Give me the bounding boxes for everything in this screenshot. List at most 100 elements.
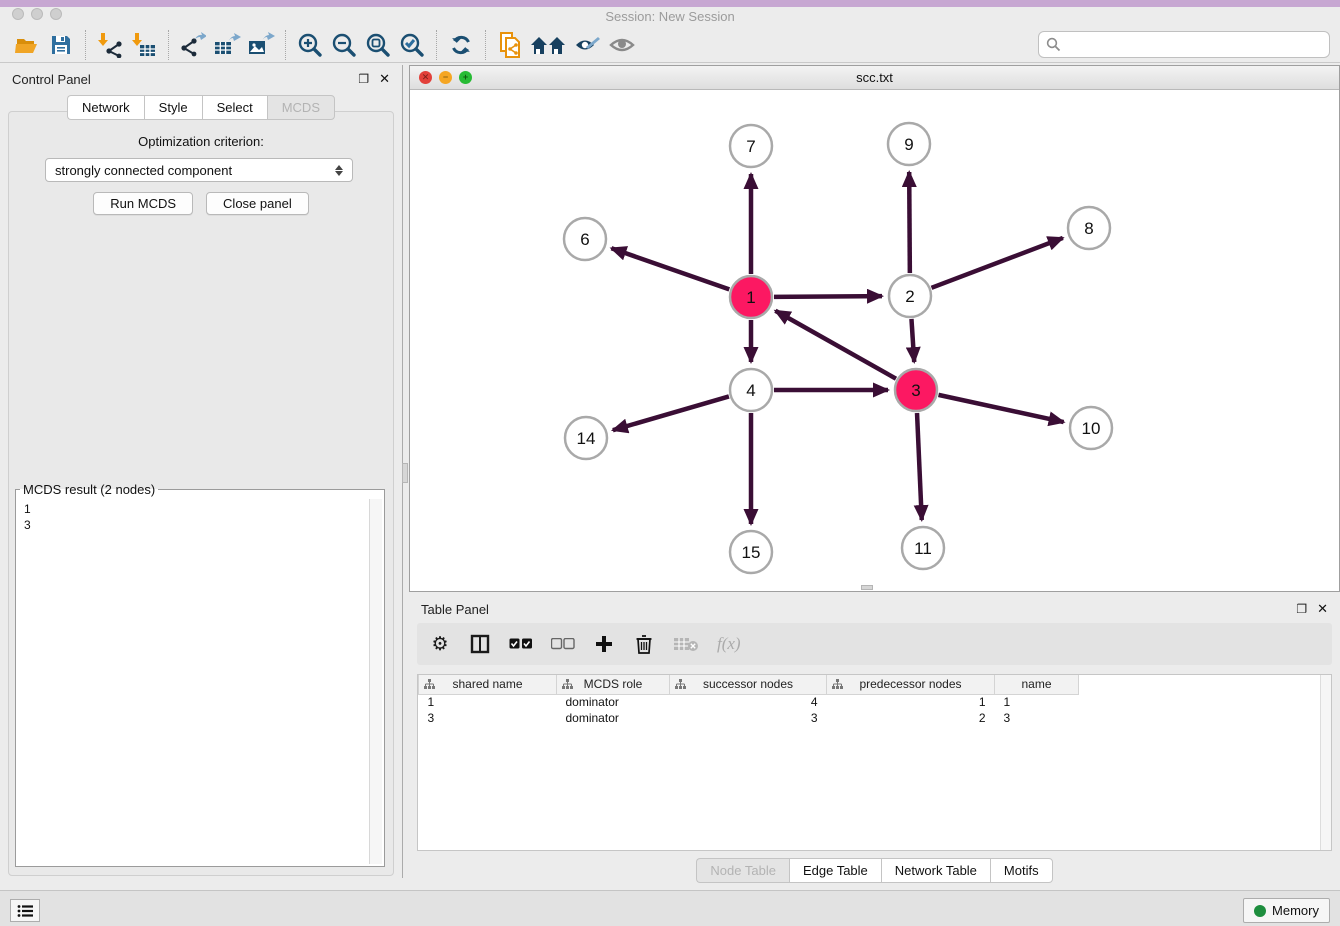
graph-node-9[interactable]: 9 xyxy=(888,123,930,165)
criterion-select[interactable]: strongly connected component xyxy=(45,158,353,182)
edge-1-2[interactable] xyxy=(774,296,882,297)
refresh-button[interactable] xyxy=(444,30,478,60)
memory-button[interactable]: Memory xyxy=(1243,898,1330,923)
column-header-name[interactable]: name xyxy=(995,675,1079,694)
edge-3-11[interactable] xyxy=(917,413,922,520)
table-cell[interactable]: 1 xyxy=(995,694,1079,710)
task-history-button[interactable] xyxy=(10,899,40,922)
node-table-grid[interactable]: shared nameMCDS rolesuccessor nodesprede… xyxy=(418,675,1079,726)
table-cell[interactable]: 1 xyxy=(827,694,995,710)
tab-network-table[interactable]: Network Table xyxy=(881,858,990,883)
column-view-button[interactable] xyxy=(469,632,491,656)
graph-node-8[interactable]: 8 xyxy=(1068,207,1110,249)
add-row-button[interactable] xyxy=(593,632,615,656)
export-network-button[interactable] xyxy=(176,30,210,60)
delete-row-button[interactable] xyxy=(633,632,655,656)
table-cell[interactable]: 3 xyxy=(670,710,827,726)
tab-node-table[interactable]: Node Table xyxy=(696,858,789,883)
table-scrollbar[interactable] xyxy=(1320,675,1331,850)
titlebar-close-dot[interactable] xyxy=(12,8,24,20)
close-panel-button[interactable]: Close panel xyxy=(206,192,309,215)
table-row[interactable]: 1dominator411 xyxy=(419,694,1079,710)
edge-2-9[interactable] xyxy=(909,172,910,273)
column-header-shared-name[interactable]: shared name xyxy=(419,675,557,694)
table-cell[interactable]: 2 xyxy=(827,710,995,726)
result-scrollbar[interactable] xyxy=(369,499,382,864)
table-cell[interactable]: 4 xyxy=(670,694,827,710)
tab-mcds[interactable]: MCDS xyxy=(267,95,335,120)
graph-node-3[interactable]: 3 xyxy=(895,369,937,411)
graph-node-1[interactable]: 1 xyxy=(730,276,772,318)
float-panel-icon[interactable]: ❐ xyxy=(358,72,369,86)
mcds-result-item: 3 xyxy=(24,517,363,533)
show-graphics-details-button[interactable] xyxy=(605,30,639,60)
table-cell[interactable]: dominator xyxy=(557,694,670,710)
zoom-fit-button[interactable] xyxy=(361,30,395,60)
close-table-panel-icon[interactable]: ✕ xyxy=(1317,601,1328,617)
network-window-title: scc.txt xyxy=(410,70,1339,85)
float-table-panel-icon[interactable]: ❐ xyxy=(1296,602,1307,616)
export-image-button[interactable] xyxy=(244,30,278,60)
network-close-icon[interactable]: ✕ xyxy=(419,71,432,84)
graph-node-15[interactable]: 15 xyxy=(730,531,772,573)
network-zoom-icon[interactable]: + xyxy=(459,71,472,84)
import-network-button[interactable] xyxy=(93,30,127,60)
deselect-all-button[interactable] xyxy=(551,632,575,656)
canvas-resize-grip[interactable] xyxy=(861,585,873,590)
duplicate-network-button[interactable] xyxy=(493,30,527,60)
network-window-titlebar[interactable]: ✕ − + scc.txt xyxy=(410,66,1339,90)
save-icon xyxy=(49,33,73,57)
tab-select[interactable]: Select xyxy=(202,95,267,120)
table-cell[interactable]: 3 xyxy=(419,710,557,726)
show-annotations-button[interactable] xyxy=(571,30,605,60)
graph-node-4[interactable]: 4 xyxy=(730,369,772,411)
network-minimize-icon[interactable]: − xyxy=(439,71,452,84)
tab-style[interactable]: Style xyxy=(144,95,202,120)
table-cell[interactable]: 3 xyxy=(995,710,1079,726)
node-label: 11 xyxy=(914,539,932,558)
table-settings-button[interactable]: ⚙ xyxy=(429,632,451,656)
graph-node-2[interactable]: 2 xyxy=(889,275,931,317)
search-input[interactable] xyxy=(1066,37,1322,52)
edge-2-3[interactable] xyxy=(911,319,914,362)
edge-3-1[interactable] xyxy=(775,311,896,379)
table-row[interactable]: 3dominator323 xyxy=(419,710,1079,726)
table-cell[interactable]: dominator xyxy=(557,710,670,726)
graph-node-14[interactable]: 14 xyxy=(565,417,607,459)
tab-edge-table[interactable]: Edge Table xyxy=(789,858,881,883)
zoom-selected-button[interactable] xyxy=(395,30,429,60)
delete-table-button[interactable] xyxy=(673,632,699,656)
tab-network[interactable]: Network xyxy=(67,95,144,120)
zoom-in-button[interactable] xyxy=(293,30,327,60)
import-table-button[interactable] xyxy=(127,30,161,60)
table-cell[interactable]: 1 xyxy=(419,694,557,710)
tab-motifs[interactable]: Motifs xyxy=(990,858,1053,883)
open-session-button[interactable] xyxy=(10,30,44,60)
network-canvas[interactable]: 7 9 6 8 1 2 4 3 14 10 15 11 xyxy=(410,90,1339,591)
export-table-button[interactable] xyxy=(210,30,244,60)
function-builder-button[interactable]: f(x) xyxy=(717,632,741,656)
close-panel-icon[interactable]: ✕ xyxy=(379,71,390,87)
graph-node-10[interactable]: 10 xyxy=(1070,407,1112,449)
search-field[interactable] xyxy=(1038,31,1330,58)
column-header-successor-nodes[interactable]: successor nodes xyxy=(670,675,827,694)
column-header-MCDS-role[interactable]: MCDS role xyxy=(557,675,670,694)
select-all-button[interactable] xyxy=(509,632,533,656)
edge-2-8[interactable] xyxy=(932,238,1063,288)
graph-node-11[interactable]: 11 xyxy=(902,527,944,569)
edge-1-6[interactable] xyxy=(611,248,729,289)
home-layout-button[interactable] xyxy=(527,30,571,60)
titlebar-zoom-dot[interactable] xyxy=(50,8,62,20)
vertical-splitter[interactable] xyxy=(402,65,409,878)
graph-node-7[interactable]: 7 xyxy=(730,125,772,167)
splitter-grip[interactable] xyxy=(402,463,408,483)
control-panel-tabs: NetworkStyleSelectMCDS xyxy=(0,95,402,120)
save-session-button[interactable] xyxy=(44,30,78,60)
column-header-predecessor-nodes[interactable]: predecessor nodes xyxy=(827,675,995,694)
zoom-out-button[interactable] xyxy=(327,30,361,60)
edge-3-10[interactable] xyxy=(938,395,1063,422)
run-mcds-button[interactable]: Run MCDS xyxy=(93,192,193,215)
graph-node-6[interactable]: 6 xyxy=(564,218,606,260)
edge-4-14[interactable] xyxy=(613,396,729,430)
titlebar-minimize-dot[interactable] xyxy=(31,8,43,20)
